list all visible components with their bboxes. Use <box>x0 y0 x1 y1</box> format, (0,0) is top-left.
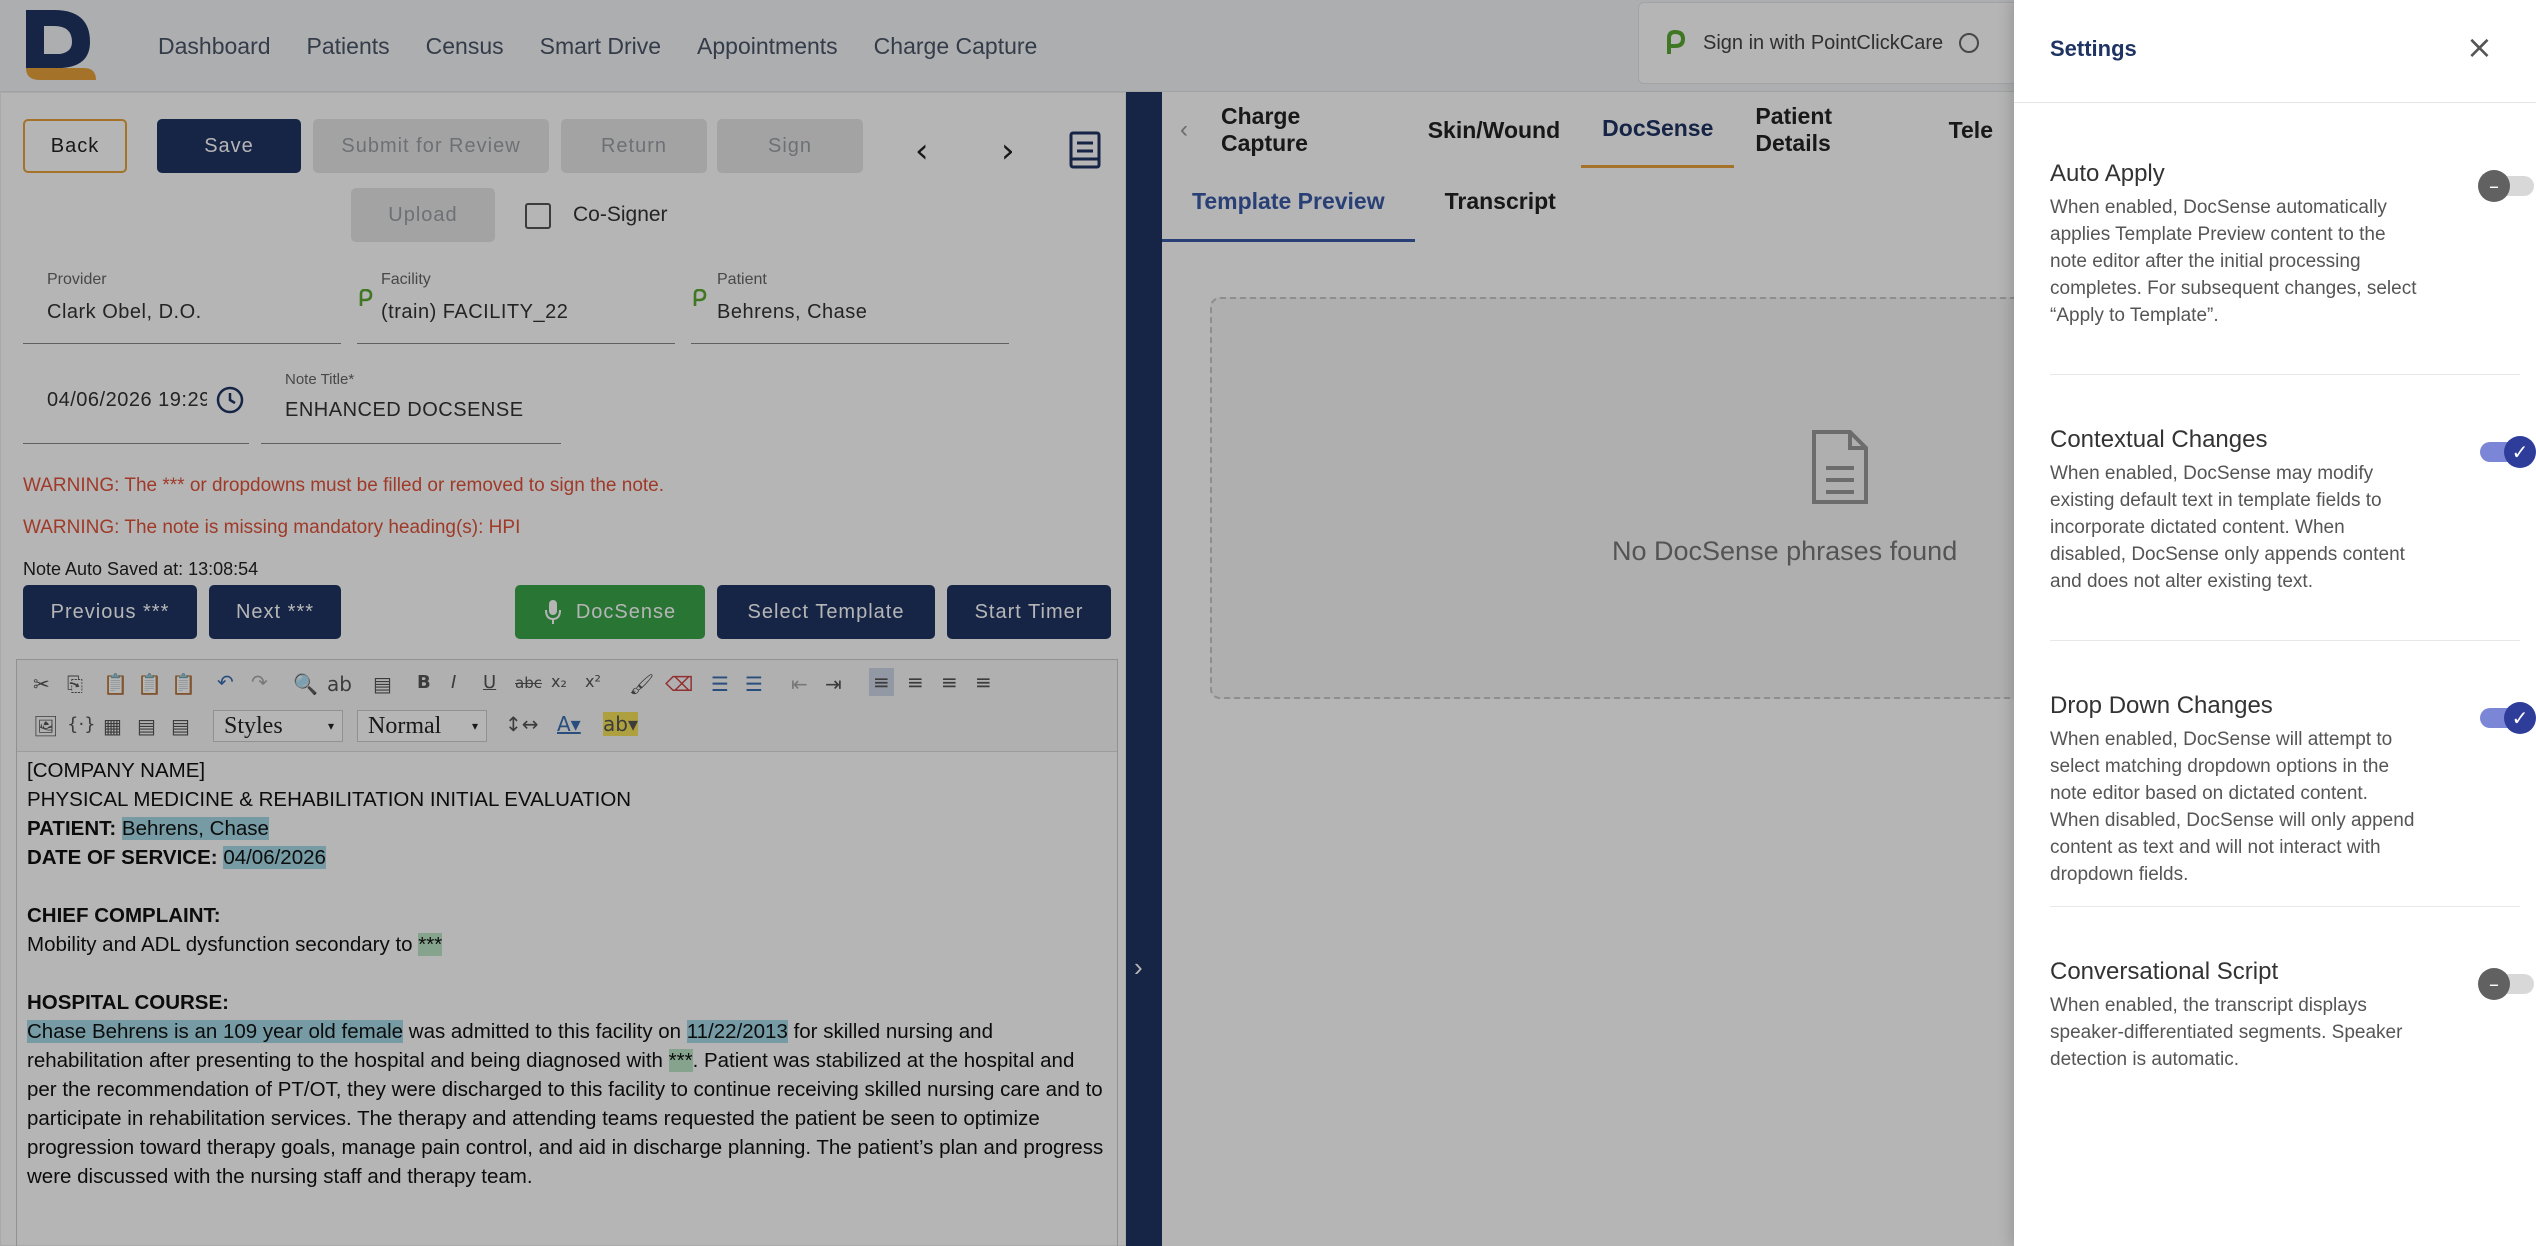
setting-description: When enabled, DocSense automatically app… <box>2050 197 2417 326</box>
setting-divider <box>2050 640 2520 641</box>
toggle-off-icon: – <box>2478 968 2510 1000</box>
drawer-divider <box>2014 102 2536 103</box>
modal-overlay[interactable] <box>0 0 2014 1246</box>
setting-description: When enabled, DocSense will attempt to s… <box>2050 729 2415 885</box>
settings-drawer: Settings × Auto Apply When enabled, DocS… <box>2014 0 2536 1246</box>
setting-description: When enabled, DocSense may modify existi… <box>2050 463 2405 592</box>
drop-down-changes-toggle[interactable]: ✓ <box>2480 702 2536 734</box>
setting-divider <box>2050 374 2520 375</box>
check-icon: ✓ <box>2504 702 2536 734</box>
setting-name: Auto Apply <box>2050 160 2165 187</box>
close-icon[interactable]: × <box>2466 28 2493 66</box>
setting-conversational-script: Conversational Script When enabled, the … <box>2050 958 2534 1073</box>
check-icon: ✓ <box>2504 436 2536 468</box>
setting-auto-apply: Auto Apply When enabled, DocSense automa… <box>2050 160 2534 329</box>
contextual-changes-toggle[interactable]: ✓ <box>2480 436 2536 468</box>
setting-name: Contextual Changes <box>2050 426 2268 453</box>
toggle-off-icon: – <box>2478 170 2510 202</box>
auto-apply-toggle[interactable]: – <box>2478 170 2534 202</box>
conversational-script-toggle[interactable]: – <box>2478 968 2534 1000</box>
setting-description: When enabled, the transcript displays sp… <box>2050 995 2403 1070</box>
setting-drop-down-changes: Drop Down Changes When enabled, DocSense… <box>2050 692 2536 888</box>
settings-title: Settings <box>2050 36 2137 61</box>
setting-contextual-changes: Contextual Changes When enabled, DocSens… <box>2050 426 2536 595</box>
setting-divider <box>2050 906 2520 907</box>
setting-name: Drop Down Changes <box>2050 692 2273 719</box>
setting-name: Conversational Script <box>2050 958 2279 985</box>
